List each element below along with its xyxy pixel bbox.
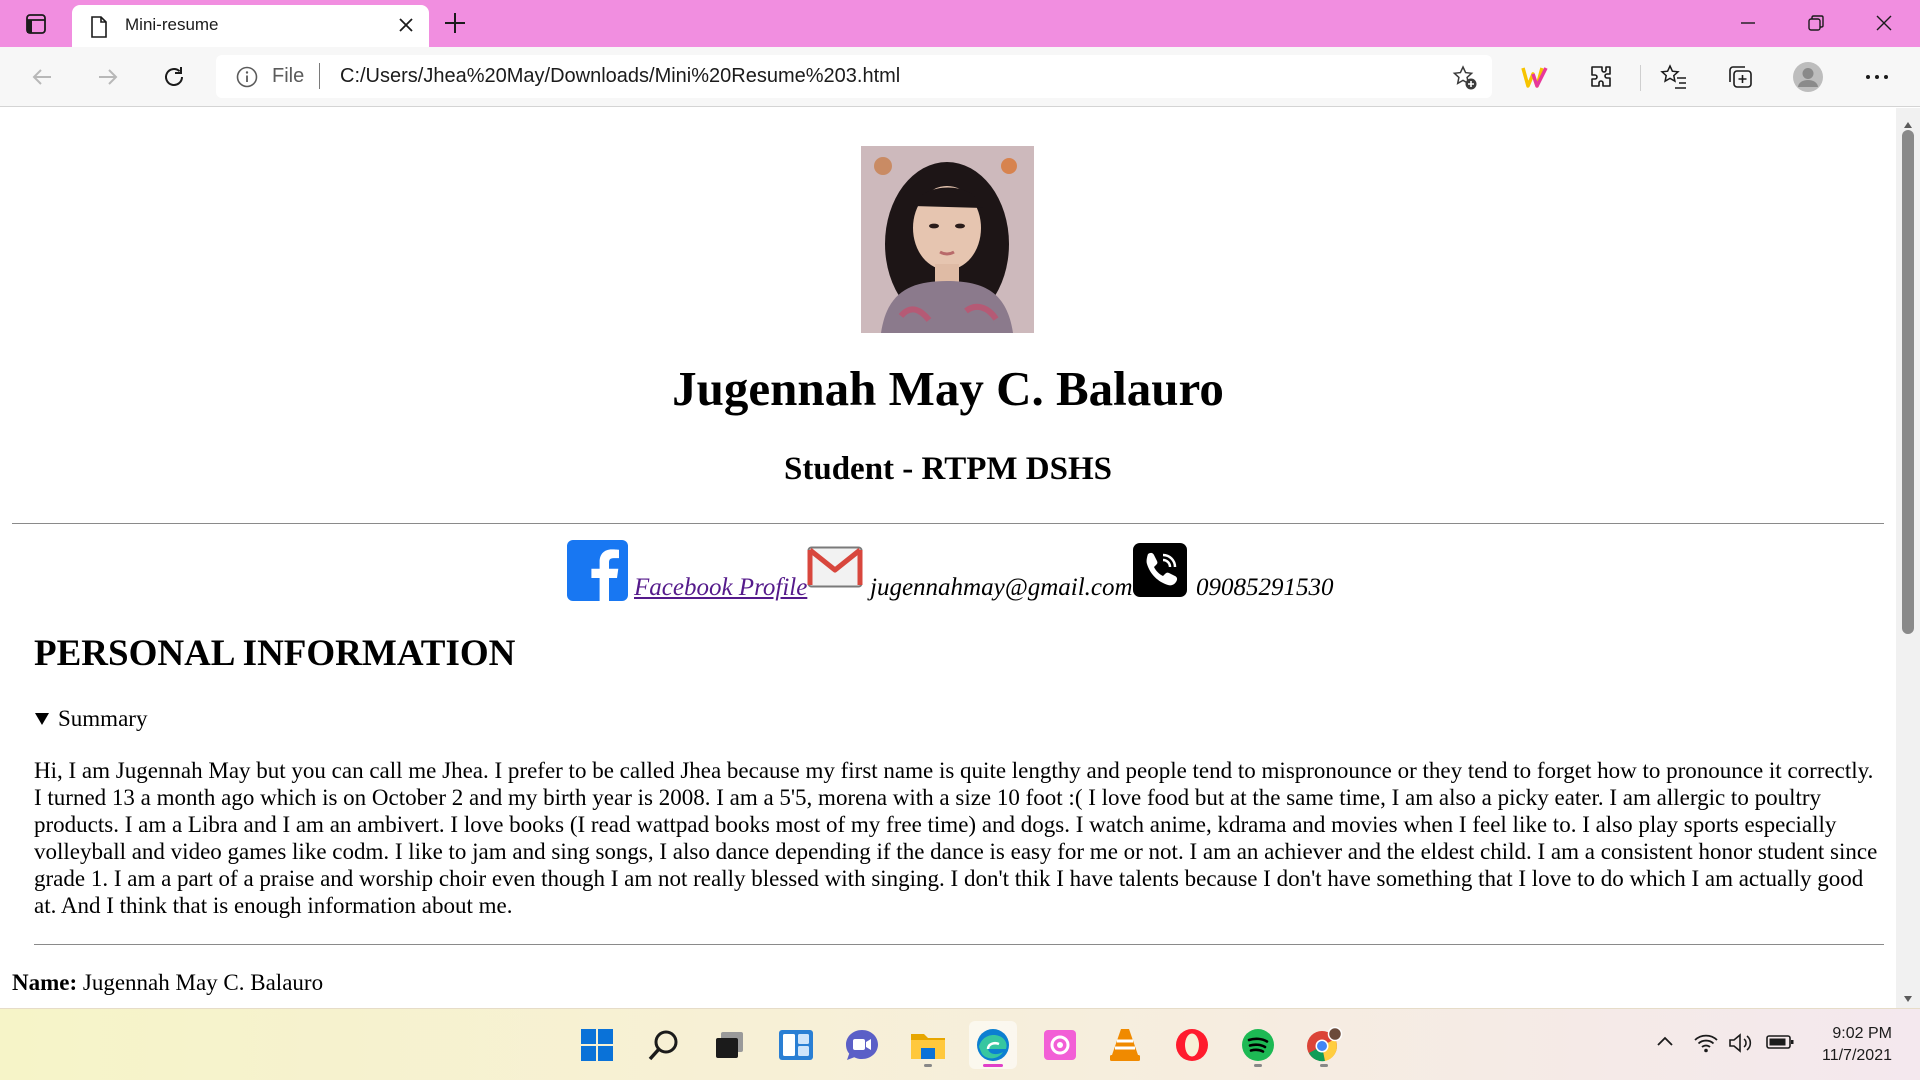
divider bbox=[34, 944, 1884, 945]
disclosure-triangle-icon bbox=[34, 706, 50, 732]
chrome-icon[interactable] bbox=[1300, 1021, 1348, 1069]
section-title: PERSONAL INFORMATION bbox=[34, 633, 516, 674]
wifi-icon[interactable] bbox=[1694, 1033, 1718, 1057]
battery-icon[interactable] bbox=[1766, 1033, 1794, 1055]
phone-text: 09085291530 bbox=[1196, 574, 1334, 601]
forward-icon[interactable] bbox=[92, 61, 124, 93]
teams-chat-icon[interactable] bbox=[838, 1021, 886, 1069]
vertical-scrollbar[interactable] bbox=[1896, 108, 1920, 1008]
tab-title: Mini-resume bbox=[125, 15, 219, 34]
extension-w-icon[interactable] bbox=[1518, 60, 1552, 94]
close-window-icon[interactable] bbox=[1862, 10, 1906, 36]
search-icon[interactable] bbox=[640, 1021, 688, 1069]
clock-time: 9:02 PM bbox=[1832, 1025, 1892, 1042]
name-value: Jugennah May C. Balauro bbox=[82, 970, 324, 995]
refresh-icon[interactable] bbox=[158, 61, 190, 93]
running-indicator bbox=[1254, 1064, 1262, 1067]
spotify-icon[interactable] bbox=[1234, 1021, 1282, 1069]
collections-icon[interactable] bbox=[1723, 60, 1757, 94]
running-indicator bbox=[1320, 1064, 1328, 1067]
profile-avatar[interactable] bbox=[1791, 60, 1825, 94]
widgets-icon[interactable] bbox=[772, 1021, 820, 1069]
restore-icon[interactable] bbox=[1794, 10, 1838, 36]
new-tab-icon[interactable] bbox=[442, 10, 468, 40]
photos-icon[interactable] bbox=[1036, 1021, 1084, 1069]
summary-label: Summary bbox=[58, 706, 148, 731]
favorites-icon[interactable] bbox=[1657, 60, 1691, 94]
page-viewport: Jugennah May C. Balauro Student - RTPM D… bbox=[0, 108, 1896, 1008]
add-favorite-icon[interactable] bbox=[1452, 65, 1478, 95]
resume-role: Student - RTPM DSHS bbox=[784, 451, 1112, 487]
summary-text: Hi, I am Jugennah May but you can call m… bbox=[34, 758, 1878, 918]
toolbar-divider bbox=[1640, 65, 1641, 91]
running-indicator bbox=[924, 1064, 932, 1067]
vlc-icon[interactable] bbox=[1101, 1021, 1149, 1069]
facebook-profile-link[interactable]: Facebook Profile bbox=[634, 574, 807, 602]
address-divider bbox=[319, 63, 320, 89]
phone-icon bbox=[1133, 543, 1187, 602]
name-label: Name: bbox=[12, 970, 78, 995]
address-bar[interactable]: File C:/Users/Jhea%20May/Downloads/Mini%… bbox=[216, 55, 1492, 98]
url-text[interactable]: C:/Users/Jhea%20May/Downloads/Mini%20Res… bbox=[340, 65, 900, 88]
clock-date: 11/7/2021 bbox=[1822, 1047, 1892, 1064]
divider bbox=[12, 523, 1884, 524]
browser-toolbar: File C:/Users/Jhea%20May/Downloads/Mini%… bbox=[0, 47, 1920, 107]
scrollbar-thumb[interactable] bbox=[1902, 130, 1914, 634]
scheme-label: File bbox=[272, 65, 305, 87]
page-icon bbox=[90, 16, 108, 42]
chevron-up-icon[interactable] bbox=[1656, 1033, 1674, 1055]
active-indicator bbox=[983, 1064, 1003, 1067]
file-explorer-icon[interactable] bbox=[904, 1021, 952, 1069]
contact-row: Facebook Profile jugennahmay@gmail.com 0… bbox=[0, 108, 1896, 601]
email-text: jugennahmay@gmail.com bbox=[870, 574, 1133, 601]
name-row: Name: Jugennah May C. Balauro bbox=[12, 970, 323, 996]
tab-actions-icon[interactable] bbox=[18, 11, 54, 37]
scroll-down-icon[interactable] bbox=[1903, 988, 1913, 1007]
tab-bar: Mini-resume bbox=[0, 0, 1920, 47]
mail-icon bbox=[807, 546, 863, 593]
more-options-icon[interactable] bbox=[1860, 60, 1894, 94]
extensions-icon[interactable] bbox=[1584, 60, 1618, 94]
info-icon[interactable] bbox=[236, 66, 258, 92]
system-clock[interactable]: 9:02 PM 11/7/2021 bbox=[1822, 1023, 1892, 1067]
back-icon[interactable] bbox=[26, 61, 58, 93]
resume-name: Jugennah May C. Balauro bbox=[672, 361, 1224, 416]
facebook-icon[interactable] bbox=[567, 540, 628, 606]
edge-icon[interactable] bbox=[969, 1021, 1017, 1069]
taskbar: 9:02 PM 11/7/2021 bbox=[0, 1008, 1920, 1080]
summary-toggle[interactable]: Summary bbox=[34, 706, 147, 732]
tab-mini-resume[interactable]: Mini-resume bbox=[72, 5, 429, 47]
minimize-icon[interactable] bbox=[1726, 10, 1770, 36]
start-button[interactable] bbox=[573, 1021, 621, 1069]
opera-icon[interactable] bbox=[1168, 1021, 1216, 1069]
volume-icon[interactable] bbox=[1728, 1033, 1754, 1057]
task-view-icon[interactable] bbox=[706, 1021, 754, 1069]
close-tab-icon[interactable] bbox=[397, 16, 415, 38]
